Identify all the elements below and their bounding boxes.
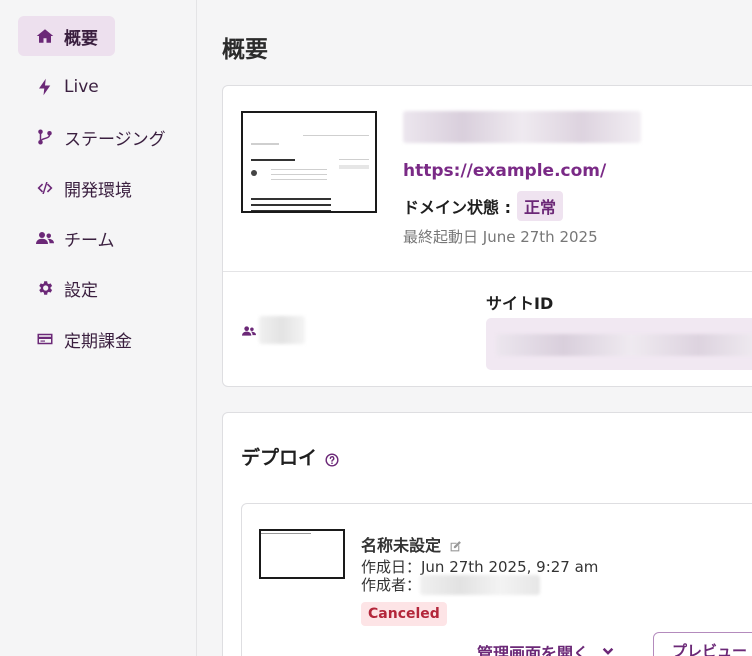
deploy-name-row: 名称未設定 [361, 532, 462, 556]
sidebar-item-label: Live [64, 77, 99, 97]
last-started-date: 最終起動日 June 27th 2025 [403, 228, 598, 246]
open-admin-label: 管理画面を開く [477, 644, 590, 656]
sidebar-item-label: 開発環境 [64, 180, 132, 201]
card-divider [223, 271, 752, 272]
page-title: 概要 [222, 37, 268, 63]
deploy-name: 名称未設定 [361, 536, 442, 555]
deploy-status-badge: Canceled [361, 602, 447, 626]
site-name-redacted [403, 111, 641, 143]
sidebar-item-billing[interactable]: 定期課金 [18, 319, 132, 359]
sidebar-item-label: ステージング [64, 129, 166, 150]
code-icon [36, 179, 54, 197]
deploy-author-label: 作成者： [361, 576, 422, 594]
owner-redacted [259, 316, 305, 344]
bolt-icon [36, 78, 54, 96]
sidebar-item-team[interactable]: チーム [18, 218, 115, 258]
users-icon [36, 229, 54, 247]
open-admin-dropdown[interactable]: 管理画面を開く [477, 640, 615, 656]
help-icon[interactable] [325, 450, 339, 467]
deploy-screenshot-thumbnail[interactable] [259, 529, 345, 579]
sidebar: 概要 Live ステージング 開発環境 チーム 設定 定期課金 [0, 0, 197, 656]
sidebar-item-label: 定期課金 [64, 331, 132, 352]
sidebar-item-label: 設定 [64, 280, 98, 301]
deploy-title-text: デプロイ [241, 447, 318, 469]
deploy-section-title: デプロイ [241, 443, 339, 470]
site-card: https://example.com/ ドメイン状態 : 正常 最終起動日 J… [222, 85, 752, 387]
sidebar-item-staging[interactable]: ステージング [18, 117, 166, 157]
deploy-card: デプロイ 名称未設定 作成日：Jun 27th 2025, 9:27 am 作成… [222, 412, 752, 656]
deploy-item: 名称未設定 作成日：Jun 27th 2025, 9:27 am 作成者： Ca… [241, 503, 752, 656]
users-icon [241, 323, 257, 337]
site-id-label: サイトID [486, 294, 554, 313]
domain-status-label: ドメイン状態 : [403, 198, 511, 217]
domain-status: ドメイン状態 : 正常 [403, 191, 563, 221]
site-url-link[interactable]: https://example.com/ [403, 161, 606, 181]
credit-card-icon [36, 330, 54, 348]
author-redacted [420, 575, 540, 595]
edit-icon[interactable] [449, 538, 462, 551]
preview-button[interactable]: プレビュー [653, 632, 752, 656]
sidebar-item-settings[interactable]: 設定 [18, 268, 115, 308]
sidebar-item-label: チーム [64, 230, 115, 251]
sidebar-item-live[interactable]: Live [18, 67, 115, 107]
gear-icon [36, 279, 54, 297]
branch-icon [36, 128, 54, 146]
chevron-down-icon [602, 647, 614, 655]
site-id-field[interactable] [486, 318, 752, 370]
site-screenshot-thumbnail[interactable] [241, 111, 377, 213]
sidebar-item-label: 概要 [64, 28, 98, 49]
sidebar-item-overview[interactable]: 概要 [18, 16, 115, 56]
home-icon [36, 27, 54, 45]
status-badge: 正常 [516, 191, 563, 221]
sidebar-item-development[interactable]: 開発環境 [18, 168, 132, 208]
